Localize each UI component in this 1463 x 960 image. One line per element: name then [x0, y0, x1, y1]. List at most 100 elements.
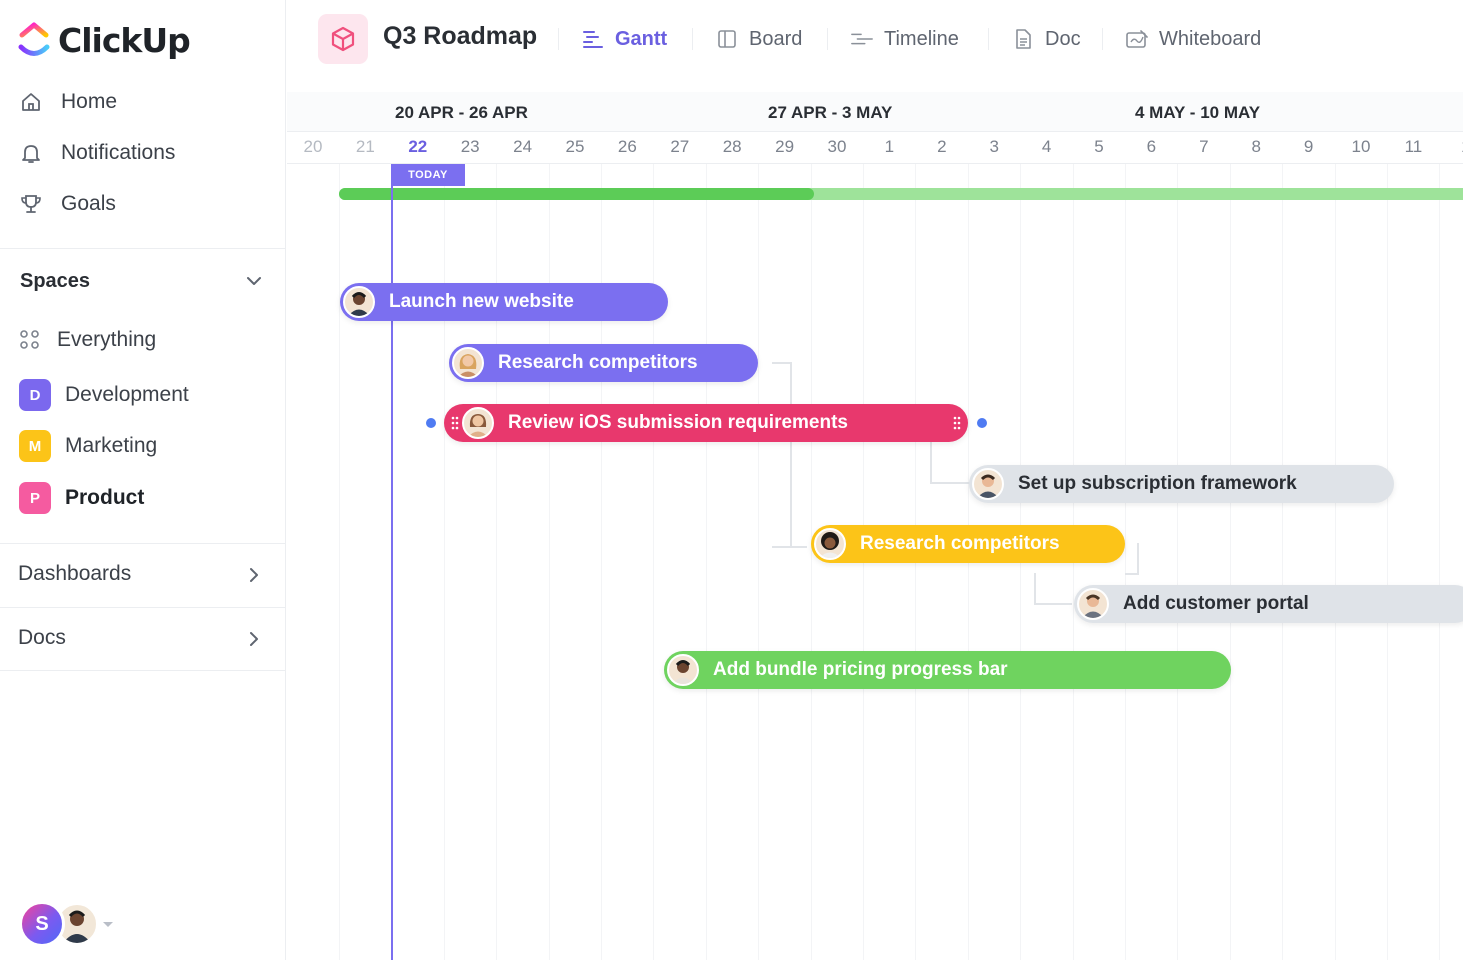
sidebar-divider: [0, 607, 285, 608]
sidebar-divider: [0, 248, 285, 249]
drag-handle-icon[interactable]: [950, 404, 964, 442]
task-bar-research-competitors[interactable]: Research competitors: [449, 344, 758, 382]
day-label: 30: [827, 137, 847, 156]
task-bar-research-competitors-2[interactable]: Research competitors: [811, 525, 1125, 563]
task-bar-launch-website[interactable]: Launch new website: [340, 283, 668, 321]
task-bar-customer-portal[interactable]: Add customer portal: [1074, 585, 1463, 623]
chevron-down-icon[interactable]: [244, 271, 264, 291]
space-product[interactable]: P Product: [19, 481, 144, 515]
day-label: 25: [565, 137, 585, 156]
day-label: 11: [1404, 137, 1423, 156]
docs-link[interactable]: Docs: [18, 622, 66, 654]
task-label: Add bundle pricing progress bar: [713, 659, 1008, 680]
dependency-connector: [1125, 543, 1139, 575]
gantt-chart: 20 APR - 26 APR 27 APR - 3 MAY 4 MAY - 1…: [287, 92, 1463, 960]
chevron-right-icon[interactable]: [244, 565, 264, 585]
drag-handle-icon[interactable]: [448, 404, 462, 442]
grid-line: [1439, 164, 1441, 960]
tab-timeline[interactable]: Timeline: [850, 22, 959, 56]
space-badge-development: D: [19, 379, 51, 411]
day-label: 1: [884, 137, 895, 156]
dependency-handle[interactable]: [426, 418, 436, 428]
task-bar-review-ios[interactable]: Review iOS submission requirements: [444, 404, 968, 442]
today-badge: TODAY: [391, 164, 465, 186]
nav-notifications[interactable]: Notifications: [18, 137, 175, 169]
grid-dots-icon: [19, 329, 41, 351]
day-label: 24: [513, 137, 533, 156]
day-label: 29: [775, 137, 795, 156]
week-header: 20 APR - 26 APR 27 APR - 3 MAY 4 MAY - 1…: [287, 92, 1463, 132]
board-icon: [715, 27, 739, 51]
task-label: Review iOS submission requirements: [508, 412, 848, 433]
space-marketing[interactable]: M Marketing: [19, 429, 157, 463]
day-label: 10: [1351, 137, 1371, 156]
day-label: 7: [1199, 137, 1209, 156]
timeline-icon: [850, 27, 874, 51]
space-everything-label: Everything: [57, 328, 157, 351]
task-bar-bundle-pricing[interactable]: Add bundle pricing progress bar: [664, 651, 1231, 689]
day-label: 9: [1303, 137, 1314, 156]
tab-doc[interactable]: Doc: [1011, 22, 1081, 56]
nav-goals-label: Goals: [61, 192, 116, 215]
day-label: 27: [670, 137, 690, 156]
tab-divider: [988, 28, 989, 50]
space-marketing-label: Marketing: [65, 434, 158, 457]
nav-home-label: Home: [61, 90, 118, 113]
task-label: Research competitors: [498, 352, 698, 373]
bell-icon: [18, 140, 44, 166]
clickup-logo-icon: [18, 22, 50, 56]
user-menu[interactable]: S: [19, 901, 113, 947]
dependency-connector: [930, 442, 974, 484]
tab-timeline-label: Timeline: [884, 27, 959, 50]
day-label: 28: [722, 137, 742, 156]
grid-line: [1282, 164, 1284, 960]
spaces-heading[interactable]: Spaces: [20, 266, 90, 296]
day-label: 4: [1041, 137, 1052, 156]
task-bar-subscription-framework[interactable]: Set up subscription framework: [969, 465, 1394, 503]
tab-whiteboard-label: Whiteboard: [1159, 27, 1262, 50]
assignee-avatar: [667, 654, 699, 686]
tab-gantt[interactable]: Gantt: [581, 22, 667, 56]
assignee-avatar: [972, 468, 1004, 500]
assignee-avatar: [814, 528, 846, 560]
tab-divider: [1102, 28, 1103, 50]
assignee-avatar: [462, 407, 494, 439]
grid-line: [705, 164, 707, 960]
day-label: 21: [355, 137, 375, 156]
task-label: Set up subscription framework: [1018, 473, 1297, 494]
gantt-icon: [581, 27, 605, 51]
task-label: Research competitors: [860, 533, 1060, 554]
view-header: Q3 Roadmap Gantt Board Timeline Doc Whit…: [287, 0, 1463, 92]
day-label: 2: [937, 137, 947, 156]
space-development[interactable]: D Development: [19, 378, 189, 412]
space-everything[interactable]: Everything: [19, 323, 156, 357]
chevron-right-icon[interactable]: [244, 629, 264, 649]
day-label: 5: [1094, 137, 1104, 156]
day-label: 22: [408, 137, 428, 156]
doc-icon: [1011, 27, 1035, 51]
tab-whiteboard[interactable]: Whiteboard: [1125, 22, 1261, 56]
grid-line: [1387, 164, 1388, 960]
week-label: 20 APR - 26 APR: [395, 103, 528, 122]
nav-notifications-label: Notifications: [61, 141, 176, 164]
trophy-icon: [18, 191, 44, 217]
grid-line: [1177, 164, 1179, 960]
nav-home[interactable]: Home: [18, 86, 117, 118]
nav-goals[interactable]: Goals: [18, 188, 116, 220]
dependency-connector: [772, 362, 792, 548]
space-development-label: Development: [65, 383, 189, 406]
task-label: Add customer portal: [1123, 593, 1309, 614]
tab-divider: [692, 28, 693, 50]
home-icon: [18, 89, 44, 115]
grid-line: [810, 164, 812, 960]
dependency-handle[interactable]: [977, 418, 987, 428]
dashboards-link[interactable]: Dashboards: [18, 558, 131, 590]
clickup-logo[interactable]: ClickUp: [18, 18, 191, 62]
day-label: 8: [1251, 137, 1261, 156]
space-product-label: Product: [65, 486, 145, 509]
assignee-avatar: [343, 286, 375, 318]
task-label: Launch new website: [389, 291, 574, 312]
grid-line: [1334, 164, 1336, 960]
tab-board[interactable]: Board: [715, 22, 802, 56]
app-name: ClickUp: [58, 20, 191, 60]
